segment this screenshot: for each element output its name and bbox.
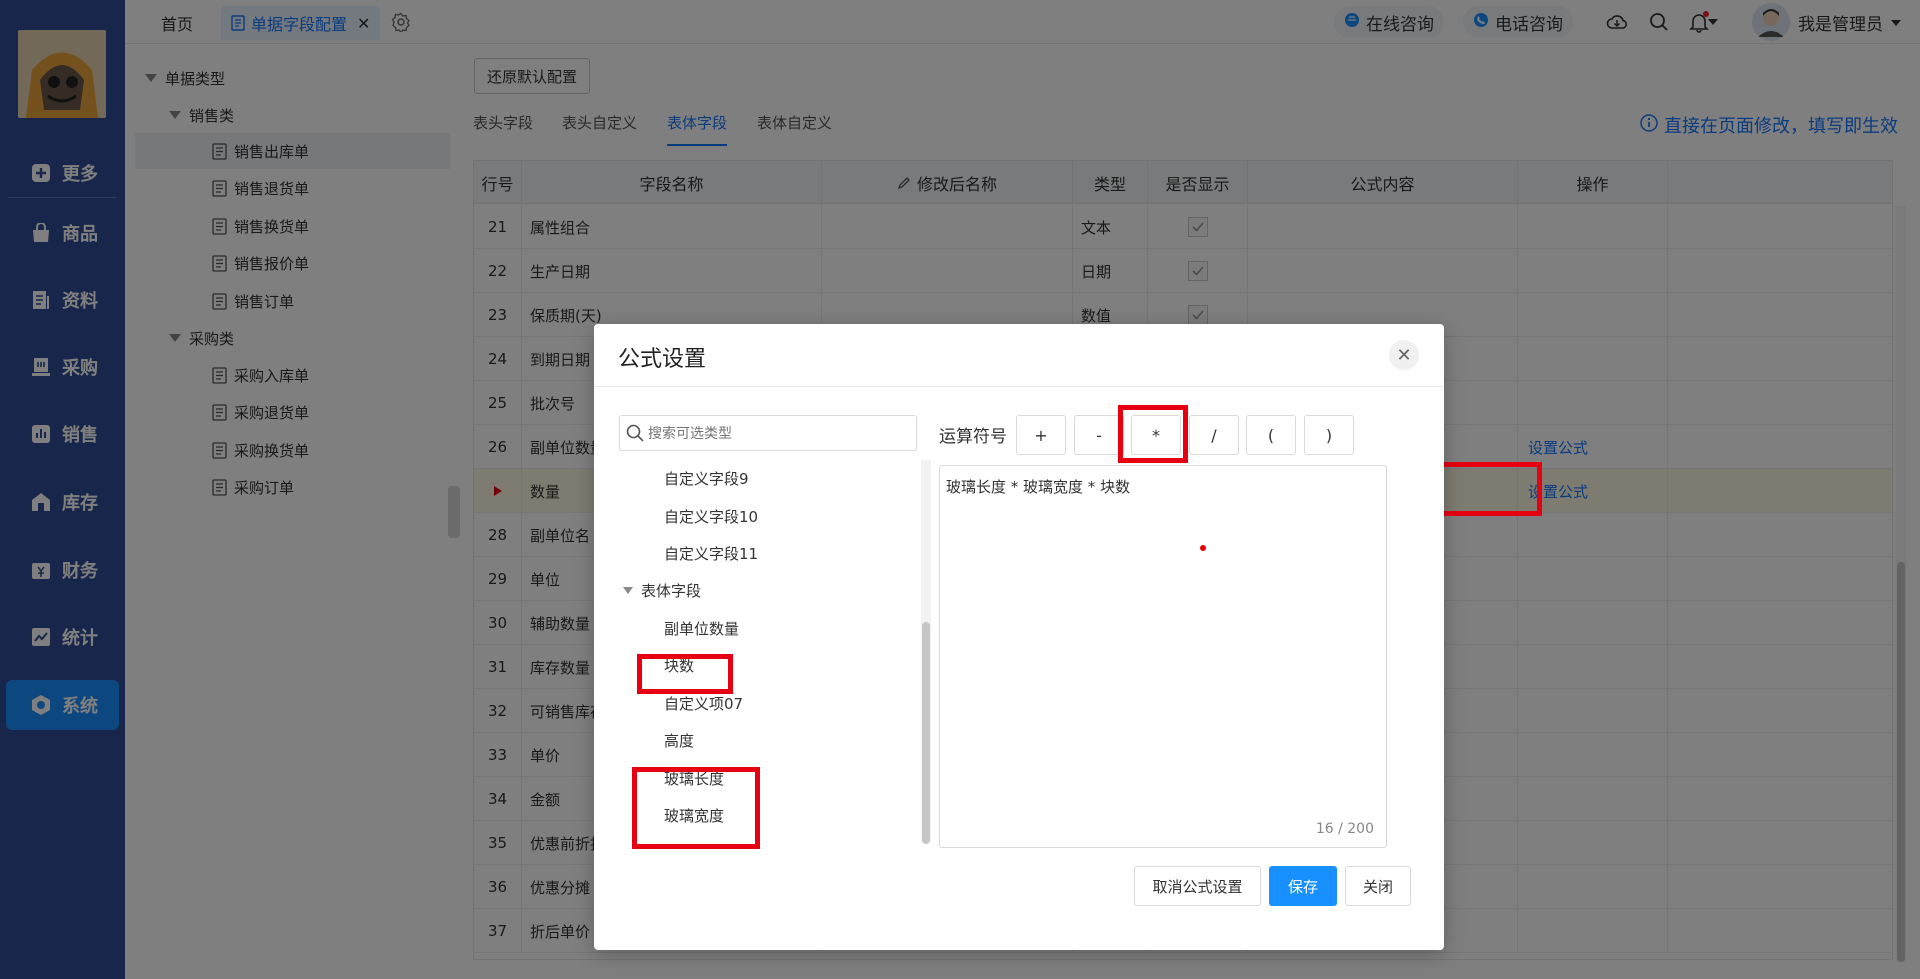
formula-text: 玻璃长度 * 玻璃宽度 * 块数 xyxy=(946,478,1131,496)
close-icon[interactable]: ✕ xyxy=(1389,340,1419,370)
field-group-label: 表体字段 xyxy=(641,581,702,600)
char-counter: 16 / 200 xyxy=(1315,821,1374,837)
operator-multiply-button[interactable]: * xyxy=(1131,415,1181,455)
field-option[interactable]: 自定义字段11 xyxy=(664,535,758,571)
caret-down-icon xyxy=(623,586,633,594)
field-option[interactable]: 副单位数量 xyxy=(664,610,739,646)
field-picker: 自定义字段9 自定义字段10 自定义字段11 表体字段 副单位数量 块数 自定义… xyxy=(619,410,917,842)
field-option[interactable]: 自定义字段10 xyxy=(664,498,758,534)
field-option[interactable]: 自定义字段9 xyxy=(664,460,749,496)
field-option[interactable]: 自定义项07 xyxy=(664,685,743,721)
dialog-title: 公式设置 xyxy=(618,347,707,372)
field-list-scrollbar[interactable] xyxy=(921,460,931,844)
operator-open-paren-button[interactable]: ( xyxy=(1246,415,1296,455)
operator-close-paren-button[interactable]: ) xyxy=(1304,415,1354,455)
field-search-input[interactable] xyxy=(648,425,908,441)
cursor-marker xyxy=(1200,545,1206,551)
field-group-body[interactable]: 表体字段 xyxy=(623,572,701,608)
formula-textarea[interactable]: 玻璃长度 * 玻璃宽度 * 块数 16 / 200 xyxy=(939,465,1387,848)
field-option[interactable]: 块数 xyxy=(664,647,694,683)
field-option[interactable]: 高度 xyxy=(664,722,694,758)
operator-plus-button[interactable]: + xyxy=(1016,415,1066,455)
field-search xyxy=(619,415,917,451)
operator-divide-button[interactable]: / xyxy=(1189,415,1239,455)
field-option[interactable]: 玻璃宽度 xyxy=(664,797,724,833)
formula-settings-dialog: 公式设置 ✕ 自定义字段9 自定义字段10 自定义字段11 表体字段 副单位数量… xyxy=(594,324,1444,950)
close-button[interactable]: 关闭 xyxy=(1345,866,1411,906)
field-list-scrollbar-thumb[interactable] xyxy=(922,622,930,844)
save-button[interactable]: 保存 xyxy=(1269,866,1337,906)
search-icon xyxy=(626,424,644,442)
field-list: 自定义字段9 自定义字段10 自定义字段11 表体字段 副单位数量 块数 自定义… xyxy=(619,460,917,842)
operator-minus-button[interactable]: - xyxy=(1074,415,1124,455)
cancel-formula-button[interactable]: 取消公式设置 xyxy=(1134,866,1261,906)
operator-label: 运算符号 xyxy=(939,427,1007,447)
field-option[interactable]: 玻璃长度 xyxy=(664,760,724,796)
dialog-divider xyxy=(594,386,1444,387)
